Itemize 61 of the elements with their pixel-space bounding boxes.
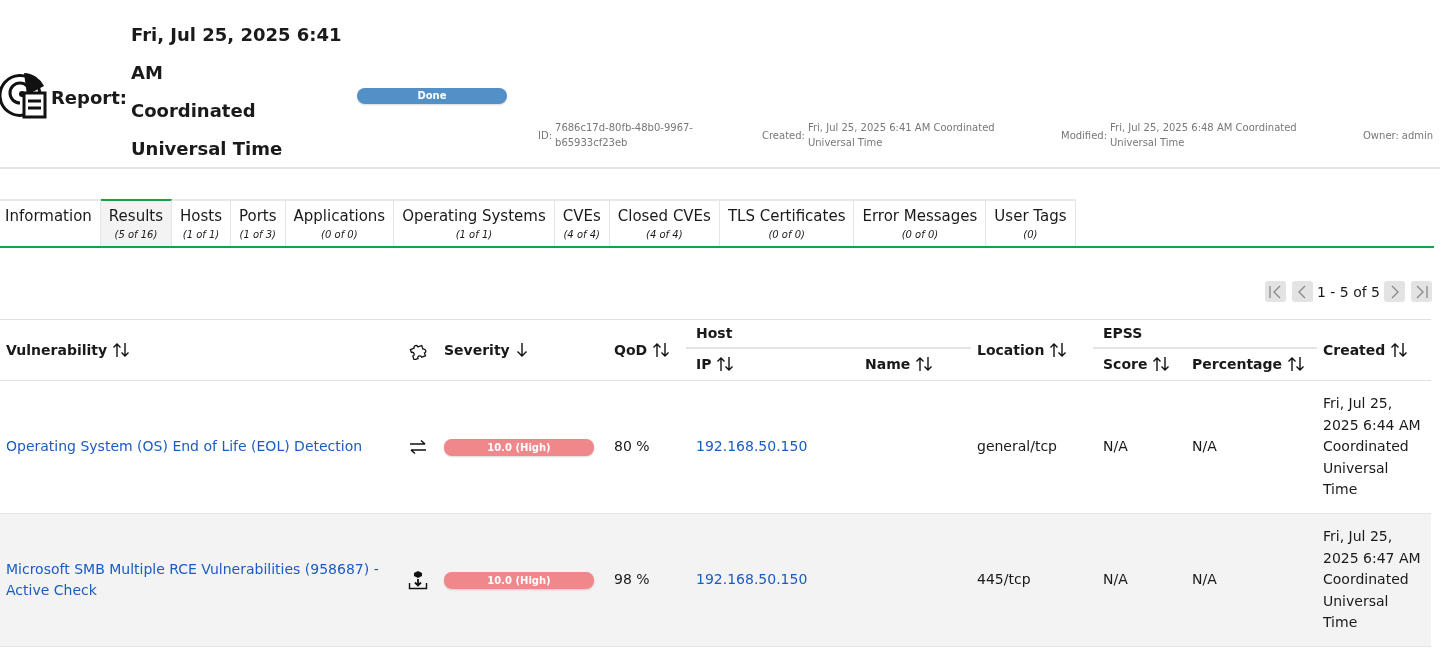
column-header[interactable]: Percentage <box>1192 356 1306 373</box>
severity-bar: 10.0 (High) <box>444 438 594 456</box>
arrows-swap-icon <box>408 439 428 456</box>
epss-percentage: N/A <box>1192 571 1217 588</box>
tab[interactable]: Ports (1 of 3) <box>231 199 286 246</box>
tab[interactable]: User Tags (0) <box>986 199 1076 246</box>
column-group-header: EPSS <box>1093 324 1317 349</box>
ip-link[interactable]: 192.168.50.150 <box>696 571 808 588</box>
page-count: 1 - 5 of 5 <box>1316 283 1380 300</box>
sort-icon <box>1287 356 1306 373</box>
column-header[interactable]: Score <box>1103 356 1171 373</box>
meta-value: admin <box>1401 128 1434 143</box>
meta-value: Fri, Jul 25, 2025 6:48 AM Coordinated Universal Time <box>1110 121 1298 150</box>
tab[interactable]: Results (5 of 16) <box>100 199 172 246</box>
tab[interactable]: Applications (0 of 0) <box>285 199 395 246</box>
qod-value: 98 % <box>614 571 650 588</box>
location-value: 445/tcp <box>977 571 1031 588</box>
tab[interactable]: Operating Systems (1 of 1) <box>394 199 555 246</box>
meta-label: Created: <box>762 128 805 143</box>
sort-icon <box>1390 342 1409 358</box>
download-tray-icon <box>408 570 428 591</box>
tab[interactable]: Closed CVEs (4 of 4) <box>609 199 720 246</box>
meta-value: 7686c17d-80fb-48b0-9967-b65933cf23eb <box>555 121 694 150</box>
tab[interactable]: CVEs (4 of 4) <box>554 199 610 246</box>
created-date: Fri, Jul 25, 2025 6:44 AM Coordinated Universal Time <box>1323 395 1421 498</box>
column-header[interactable]: IP <box>696 356 735 373</box>
ip-link[interactable]: 192.168.50.150 <box>696 438 808 455</box>
tab[interactable]: TLS Certificates (0 of 0) <box>719 199 855 246</box>
column-header[interactable]: Vulnerability <box>6 342 131 358</box>
report-date: Fri, Jul 25, 2025 6:41 AM <box>131 23 343 85</box>
epss-percentage: N/A <box>1192 438 1217 455</box>
sort-icon <box>1152 356 1171 373</box>
epss-score: N/A <box>1103 438 1128 455</box>
report-timezone: Coordinated Universal Time <box>131 99 284 161</box>
meta-label: Owner: <box>1363 128 1399 143</box>
column-header[interactable]: QoD <box>614 342 671 358</box>
report-label: Report: <box>51 86 127 108</box>
column-group-header: Host <box>686 324 971 349</box>
epss-score: N/A <box>1103 571 1128 588</box>
column-header[interactable]: Created <box>1323 342 1409 358</box>
sort-icon <box>112 342 131 358</box>
meta-label: Modified: <box>1061 128 1108 143</box>
sort-icon <box>716 356 735 373</box>
sort-icon <box>652 342 671 358</box>
column-header[interactable]: Severity <box>444 342 529 358</box>
location-value: general/tcp <box>977 438 1057 455</box>
column-header[interactable]: Location <box>977 342 1068 358</box>
tab[interactable]: Error Messages (0 of 0) <box>854 199 987 246</box>
vulnerability-link[interactable]: Microsoft SMB Multiple RCE Vulnerabilities (958687) - Active Check <box>6 558 392 602</box>
sort-icon <box>1049 342 1068 358</box>
tab[interactable]: Hosts (1 of 1) <box>172 199 231 246</box>
meta-label: ID: <box>538 128 553 143</box>
column-header[interactable]: Name <box>865 356 934 373</box>
sort-descending-icon <box>514 342 529 358</box>
qod-value: 80 % <box>614 438 650 455</box>
created-date: Fri, Jul 25, 2025 6:47 AM Coordinated Universal Time <box>1323 528 1421 631</box>
vulnerability-link[interactable]: Operating System (OS) End of Life (EOL) Detection <box>6 436 392 458</box>
meta-value: Fri, Jul 25, 2025 6:41 AM Coordinated Universal Time <box>807 121 996 150</box>
sort-icon <box>915 356 934 373</box>
status-bar: Done <box>357 87 507 104</box>
severity-bar: 10.0 (High) <box>444 571 594 589</box>
